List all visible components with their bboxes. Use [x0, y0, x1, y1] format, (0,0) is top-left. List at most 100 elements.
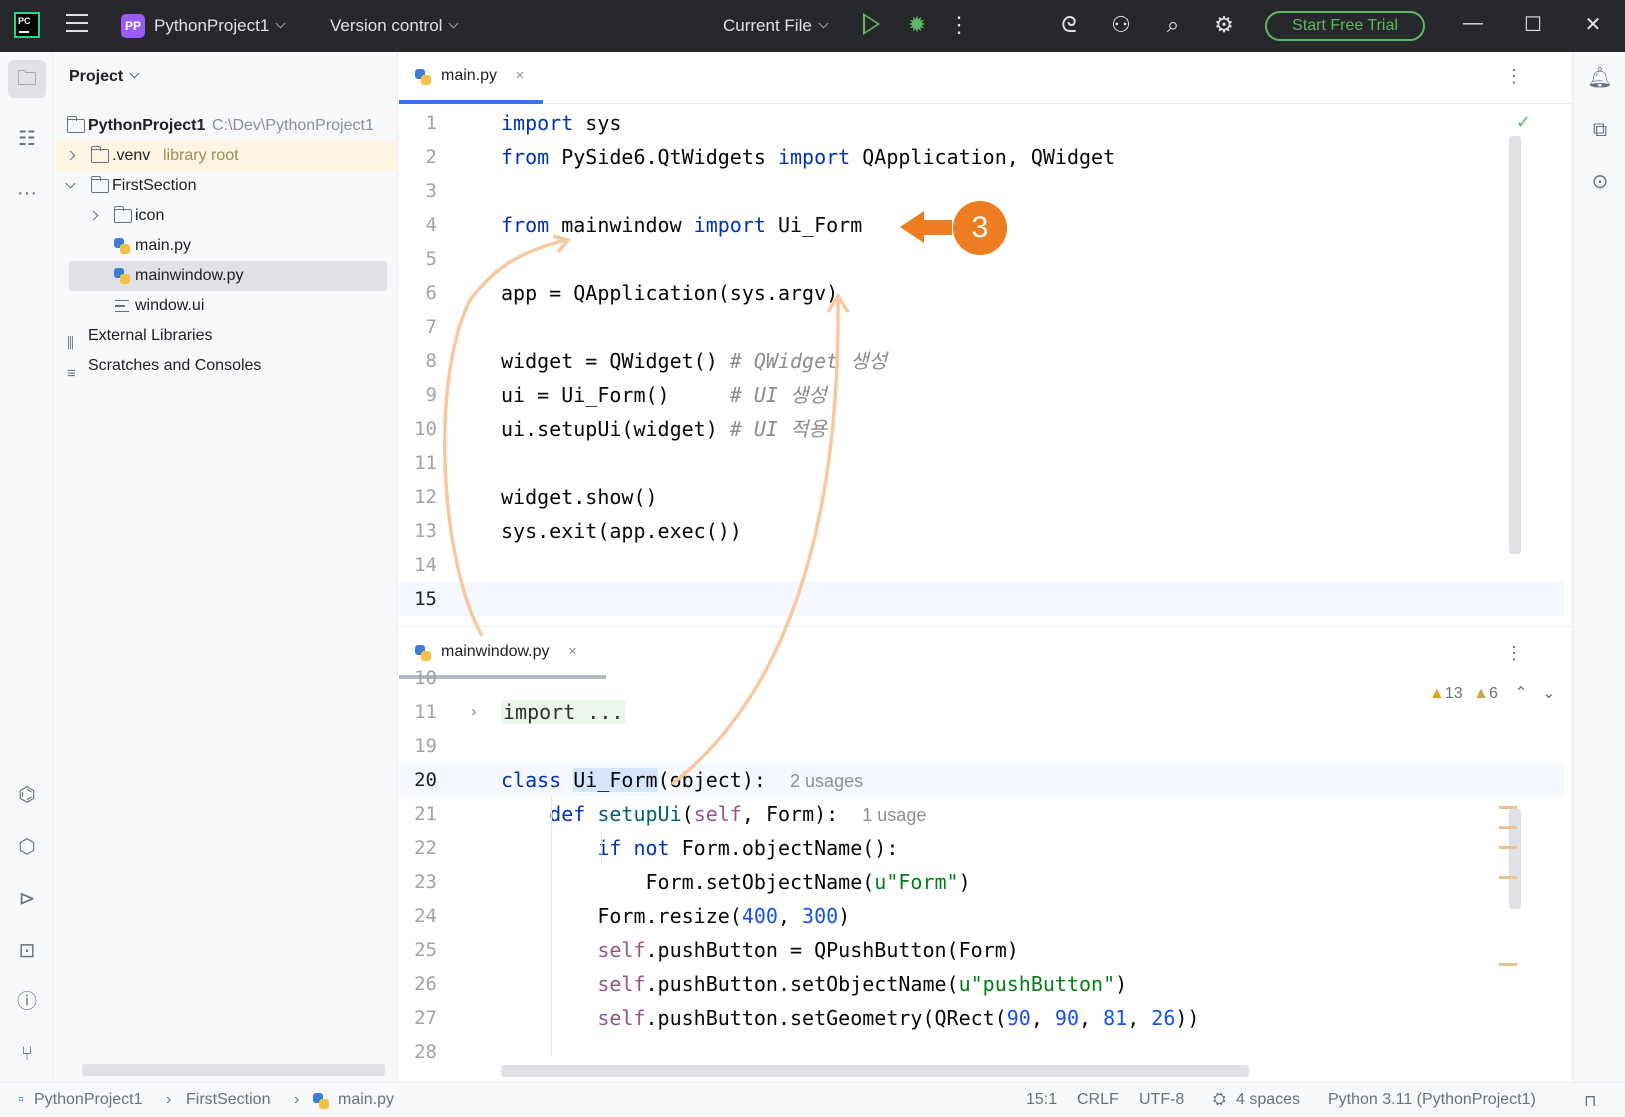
tree-item-external-libraries[interactable]: ⫼ External Libraries	[55, 321, 398, 352]
pycharm-logo-icon[interactable]: PC	[14, 12, 40, 38]
project-tool-icon[interactable]: 🗀	[8, 60, 46, 98]
line-number[interactable]: 8	[399, 344, 437, 378]
close-window-icon[interactable]: ✕	[1580, 12, 1606, 37]
line-number[interactable]: 27	[399, 1001, 437, 1035]
tab-mainwindow-py[interactable]: mainwindow.py ×	[415, 643, 577, 661]
line-number[interactable]: 3	[399, 174, 437, 208]
code-text[interactable]: self.pushButton.setObjectName(u"pushButt…	[501, 967, 1127, 1001]
project-badge[interactable]: PP	[121, 14, 145, 38]
python-interpreter[interactable]: Python 3.11 (PythonProject1)	[1328, 1091, 1536, 1109]
tab-options-icon[interactable]: ⋮	[1505, 66, 1523, 87]
line-number[interactable]: 9	[399, 378, 437, 412]
tab-close-icon[interactable]: ×	[568, 643, 577, 660]
line-number[interactable]: 10	[399, 661, 437, 695]
line-number[interactable]: 7	[399, 310, 437, 344]
line-number[interactable]: 23	[399, 865, 437, 899]
debug-icon[interactable]: ✹	[904, 12, 930, 38]
line-number[interactable]: 10	[399, 412, 437, 446]
start-free-trial-button[interactable]: Start Free Trial	[1265, 11, 1425, 41]
tree-item-scratches[interactable]: ≡ Scratches and Consoles	[55, 351, 398, 382]
main-menu-icon[interactable]	[66, 14, 88, 34]
tab-main-py[interactable]: main.py ×	[415, 67, 524, 85]
structure-tool-icon[interactable]: ☷	[12, 124, 42, 154]
tree-item-window-ui[interactable]: window.ui	[55, 291, 398, 321]
caret-position[interactable]: 15:1	[1026, 1091, 1057, 1109]
horizontal-scrollbar[interactable]	[82, 1064, 385, 1076]
line-number[interactable]: 19	[399, 729, 437, 763]
line-number[interactable]: 11	[399, 695, 437, 729]
line-number[interactable]: 28	[399, 1035, 437, 1069]
notifications-icon[interactable]: 🔔︎	[1586, 64, 1614, 92]
problems-icon[interactable]: ⓘ	[12, 987, 42, 1017]
code-text[interactable]: Form.setObjectName(u"Form")	[501, 865, 971, 899]
breadcrumb-project[interactable]: PythonProject1	[34, 1091, 143, 1109]
line-ending[interactable]: CRLF	[1077, 1091, 1119, 1109]
ai-assistant-icon[interactable]: ᘓ	[1056, 12, 1082, 38]
code-text[interactable]: app = QApplication(sys.argv)	[501, 276, 838, 310]
services-icon[interactable]: ⬡	[12, 832, 42, 862]
code-text[interactable]: from mainwindow import Ui_Form	[501, 208, 862, 242]
tab-close-icon[interactable]: ×	[515, 67, 524, 84]
line-number[interactable]: 13	[399, 514, 437, 548]
search-icon[interactable]: ⌕	[1160, 12, 1186, 38]
project-panel-header[interactable]: Project	[69, 68, 140, 86]
tree-item-firstsection[interactable]: FirstSection	[55, 171, 398, 201]
code-text[interactable]: def setupUi(self, Form): 1 usage	[501, 797, 926, 832]
line-number[interactable]: 22	[399, 831, 437, 865]
line-number[interactable]: 11	[399, 446, 437, 480]
lock-icon[interactable]: ⊓	[1584, 1091, 1596, 1111]
tree-item-mainwindow-py[interactable]: mainwindow.py	[69, 261, 387, 291]
code-text[interactable]: if not Form.objectName():	[501, 831, 898, 865]
line-number[interactable]: 25	[399, 933, 437, 967]
endpoints-icon[interactable]: ⊙	[1586, 168, 1614, 196]
settings-icon[interactable]: ⚙	[1211, 12, 1237, 38]
line-number[interactable]: 6	[399, 276, 437, 310]
maximize-icon[interactable]: ☐	[1520, 12, 1546, 37]
minimize-icon[interactable]: —	[1460, 12, 1486, 35]
code-text[interactable]: import sys	[501, 106, 621, 140]
fold-expand-icon[interactable]: ›	[469, 695, 479, 729]
file-encoding[interactable]: UTF-8	[1139, 1091, 1184, 1109]
tree-item-main-py[interactable]: main.py	[55, 231, 398, 261]
breadcrumb-folder[interactable]: FirstSection	[186, 1091, 270, 1109]
terminal-icon[interactable]: ⊡	[12, 936, 42, 966]
ai-chat-icon[interactable]: ⧉	[1586, 116, 1614, 144]
code-text[interactable]: self.pushButton.setGeometry(QRect(90, 90…	[501, 1001, 1199, 1035]
code-text[interactable]: widget = QWidget() # QWidget 생성	[501, 344, 887, 378]
tree-item-icon-folder[interactable]: icon	[55, 201, 398, 231]
add-user-icon[interactable]: ⚇	[1108, 12, 1134, 38]
code-text[interactable]: sys.exit(app.exec())	[501, 514, 742, 548]
line-number[interactable]: 2	[399, 140, 437, 174]
indent-setting[interactable]: 4 spaces	[1236, 1091, 1300, 1109]
more-tools-icon[interactable]: ···	[12, 178, 42, 208]
line-number[interactable]: 15	[399, 582, 437, 616]
line-number[interactable]: 1	[399, 106, 437, 140]
run-icon[interactable]	[863, 13, 880, 35]
git-icon[interactable]: ⑂	[12, 1039, 42, 1069]
version-control-menu[interactable]: Version control	[330, 16, 459, 36]
line-number[interactable]: 12	[399, 480, 437, 514]
code-text[interactable]: import ...	[501, 695, 626, 729]
line-number[interactable]: 24	[399, 899, 437, 933]
python-packages-icon[interactable]: ⌬	[12, 780, 42, 810]
line-number[interactable]: 21	[399, 797, 437, 831]
code-text[interactable]: self.pushButton = QPushButton(Form)	[501, 933, 1018, 967]
line-number[interactable]: 20	[399, 763, 437, 797]
tree-item-venv[interactable]: .venv library root	[55, 141, 398, 171]
line-number[interactable]: 26	[399, 967, 437, 1001]
more-icon[interactable]: ⋮	[946, 12, 972, 38]
line-number[interactable]: 4	[399, 208, 437, 242]
code-text[interactable]: ui = Ui_Form() # UI 생성	[501, 378, 827, 412]
tree-item-root[interactable]: PythonProject1 C:\Dev\PythonProject1	[55, 111, 398, 141]
code-text[interactable]: Form.resize(400, 300)	[501, 899, 850, 933]
line-number[interactable]: 14	[399, 548, 437, 582]
code-text[interactable]: widget.show()	[501, 480, 658, 514]
code-text[interactable]: class Ui_Form(object): 2 usages	[501, 763, 863, 798]
breadcrumb-file[interactable]: main.py	[338, 1091, 394, 1109]
project-switcher[interactable]: PythonProject1	[154, 16, 286, 36]
line-number[interactable]: 5	[399, 242, 437, 276]
run-config-selector[interactable]: Current File	[723, 16, 829, 36]
run-tool-icon[interactable]: ⊳	[12, 884, 42, 914]
code-text[interactable]: from PySide6.QtWidgets import QApplicati…	[501, 140, 1115, 174]
code-text[interactable]: ui.setupUi(widget) # UI 적용	[501, 412, 827, 446]
